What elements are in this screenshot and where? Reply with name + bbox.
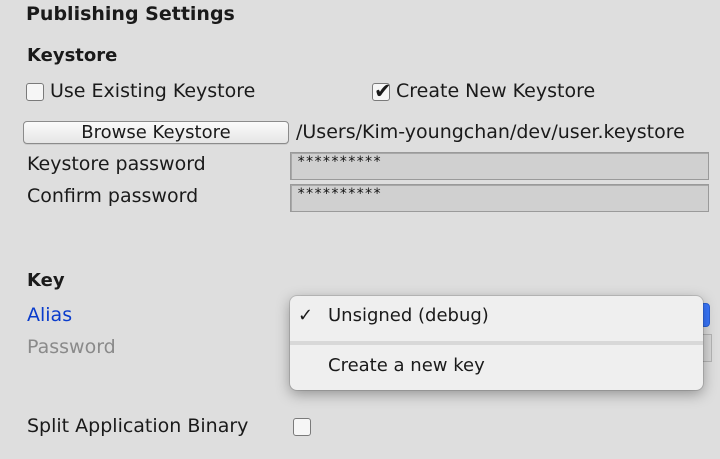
key-section-title: Key (27, 270, 65, 291)
check-icon: ✓ (298, 305, 314, 326)
page-title: Publishing Settings (26, 3, 235, 25)
keystore-password-field[interactable]: ********** (290, 152, 709, 180)
browse-keystore-button[interactable]: Browse Keystore (23, 121, 289, 144)
create-new-keystore-checkbox[interactable]: ✔ (372, 79, 392, 103)
split-binary-label: Split Application Binary (27, 415, 249, 437)
keystore-path: /Users/Kim-youngchan/dev/user.keystore (296, 121, 685, 143)
menu-item-label: Create a new key (328, 355, 485, 376)
use-existing-keystore-checkbox[interactable] (26, 83, 44, 101)
keystore-password-label: Keystore password (27, 153, 206, 175)
menu-separator (290, 341, 703, 345)
split-binary-checkbox[interactable] (293, 418, 311, 436)
confirm-password-field[interactable]: ********** (290, 184, 709, 212)
key-password-label: Password (27, 336, 116, 358)
create-new-keystore-label[interactable]: Create New Keystore (396, 80, 595, 102)
menu-item-unsigned-debug[interactable]: ✓ Unsigned (debug) (290, 296, 703, 336)
confirm-password-label: Confirm password (27, 185, 199, 207)
alias-dropdown-menu: ✓ Unsigned (debug) Create a new key (290, 296, 703, 390)
alias-label: Alias (27, 304, 73, 326)
use-existing-keystore-label[interactable]: Use Existing Keystore (50, 80, 255, 102)
menu-item-create-new-key[interactable]: Create a new key (290, 346, 703, 386)
menu-item-label: Unsigned (debug) (328, 305, 489, 326)
keystore-section-title: Keystore (27, 45, 118, 66)
checkmark-icon: ✔ (374, 79, 392, 103)
